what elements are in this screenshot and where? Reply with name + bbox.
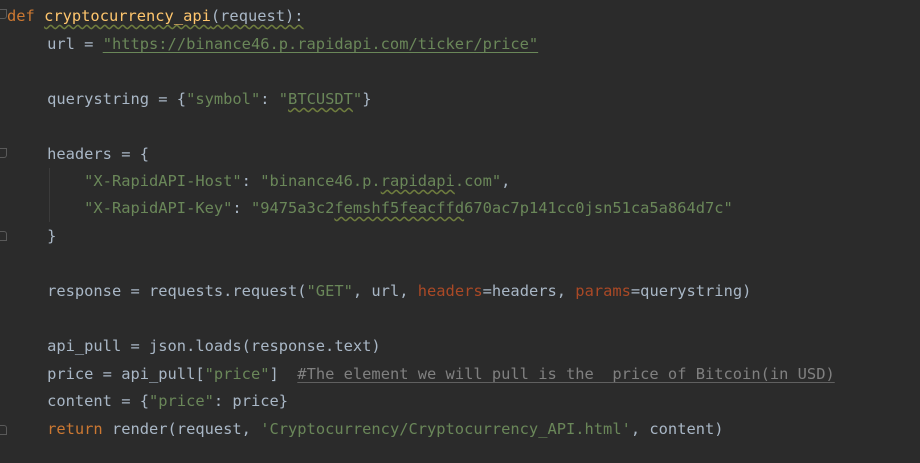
code-line-9[interactable]: api_pull = json.loads(response.text) (10, 333, 381, 360)
comment: #The element we will pull is the price o… (297, 365, 835, 383)
code-line-8[interactable]: response = requests.request("GET", url, … (10, 278, 751, 305)
params-arg: =querystring) (630, 282, 752, 300)
price-assign: price = api_pull[ (47, 365, 205, 383)
content-assign: content = { (47, 392, 150, 410)
code-line-12[interactable]: return render(request, 'Cryptocurrency/C… (10, 416, 724, 443)
function-params: (request): (210, 7, 304, 25)
fold-marker-headers[interactable] (0, 148, 7, 158)
colon: : (232, 199, 251, 217)
fold-marker-def-end[interactable] (0, 425, 7, 435)
headers-assign: headers = { (47, 145, 150, 163)
def-keyword: def (7, 7, 35, 25)
code-line-6[interactable]: "X-RapidAPI-Key": "9475a3c2femshf5feacff… (10, 195, 733, 222)
api-key-part: "9475a3c2 (250, 199, 335, 217)
code-line-1[interactable]: def cryptocurrency_api(request): (7, 3, 304, 30)
headers-arg: =headers, (482, 282, 576, 300)
code-editor[interactable]: def cryptocurrency_api(request): url = "… (0, 0, 920, 463)
code-line-2[interactable]: url = "https://binance46.p.rapidapi.com/… (10, 31, 538, 58)
host-key: "X-RapidAPI-Host" (84, 172, 242, 190)
quote: " (278, 90, 289, 108)
quote: " (352, 90, 363, 108)
code-line-5[interactable]: "X-RapidAPI-Host": "binance46.p.rapidapi… (10, 168, 510, 195)
host-value-part: "binance46.p. (260, 172, 381, 190)
fold-marker-headers-end[interactable] (0, 231, 7, 241)
url-arg: , url, (352, 282, 418, 300)
headers-close: } (47, 227, 57, 245)
api-key-typo: femshf5feacffd (334, 199, 465, 217)
code-line-7[interactable]: } (10, 223, 56, 250)
response-call: response = requests.request( (47, 282, 307, 300)
function-name: cryptocurrency_api (44, 7, 211, 25)
bracket: ] (269, 365, 298, 383)
querystring-assign: querystring = { (47, 90, 187, 108)
code-line-4[interactable]: headers = { (10, 141, 149, 168)
colon: : (260, 90, 279, 108)
render-args: , content) (630, 420, 724, 438)
brace: } (362, 90, 372, 108)
symbol-value: BTCUSDT (288, 90, 353, 108)
api-pull-assign: api_pull = json.loads(response.text) (47, 337, 381, 355)
get-string: "GET" (306, 282, 353, 300)
url-string: "https://binance46.p.rapidapi.com/ticker… (102, 35, 539, 53)
template-path: 'Cryptocurrency/Cryptocurrency_API.html' (260, 420, 631, 438)
price-key: "price" (149, 392, 214, 410)
fold-marker-def[interactable] (0, 9, 7, 19)
render-call: render(request, (102, 420, 261, 438)
code-line-3[interactable]: querystring = {"symbol": "BTCUSDT"} (10, 86, 371, 113)
key-key: "X-RapidAPI-Key" (84, 199, 233, 217)
host-value-typo: rapidapi (380, 172, 455, 190)
colon: : (241, 172, 261, 190)
params-param: params (575, 282, 631, 300)
code-line-10[interactable]: price = api_pull["price"] #The element w… (10, 361, 835, 388)
host-value-end: .com" (454, 172, 502, 190)
api-key-end: 670ac7p141cc0jsn51ca5a864d7c" (464, 199, 733, 217)
price-key: "price" (204, 365, 270, 383)
code-line-11[interactable]: content = {"price": price} (10, 388, 288, 415)
return-keyword: return (47, 420, 103, 438)
content-value: : price} (213, 392, 289, 410)
comma: , (501, 172, 511, 190)
headers-param: headers (417, 282, 483, 300)
symbol-key: "symbol" (186, 90, 261, 108)
url-assign: url = (47, 35, 103, 53)
